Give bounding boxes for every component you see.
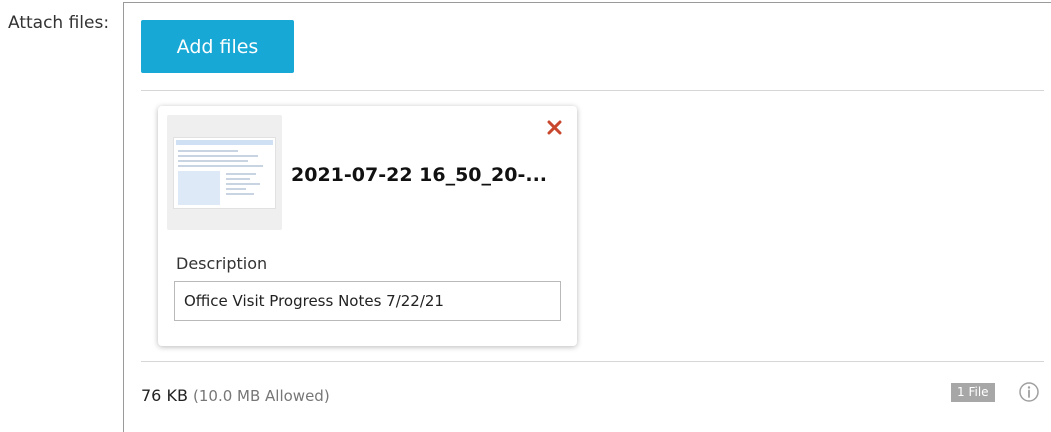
total-size: 76 KB xyxy=(141,386,188,405)
description-input[interactable] xyxy=(174,281,561,321)
file-card: 2021-07-22 16_50_20-... Description xyxy=(158,106,577,346)
info-icon[interactable] xyxy=(1018,381,1040,403)
description-label: Description xyxy=(176,254,268,273)
remove-file-button[interactable] xyxy=(543,118,565,140)
add-files-button[interactable]: Add files xyxy=(141,20,294,73)
attach-files-label: Attach files: xyxy=(8,13,110,33)
file-count-badge: 1 File xyxy=(951,383,995,402)
divider xyxy=(141,90,1044,91)
close-icon xyxy=(547,120,562,139)
file-size-summary: 76 KB (10.0 MB Allowed) xyxy=(141,386,330,405)
file-thumbnail[interactable] xyxy=(167,115,282,230)
thumbnail-preview xyxy=(173,137,276,209)
size-limit: (10.0 MB Allowed) xyxy=(193,387,330,405)
file-name: 2021-07-22 16_50_20-... xyxy=(291,164,548,186)
divider xyxy=(141,361,1044,362)
